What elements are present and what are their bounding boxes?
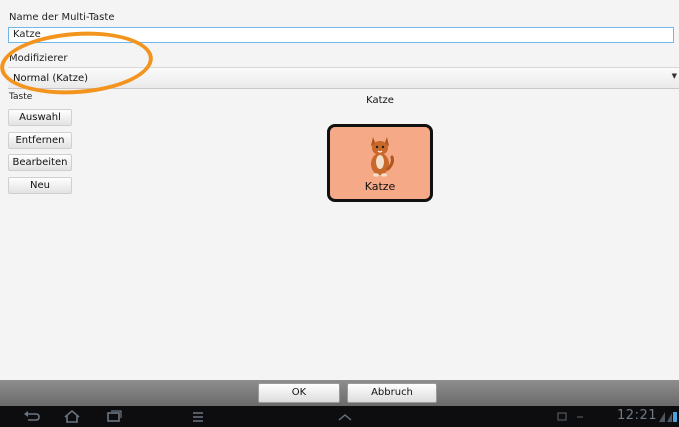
multi-key-editor: Name der Multi-Taste Katze Modifizierer … <box>0 0 679 380</box>
dropdown-arrow-icon: ▼ <box>671 72 677 80</box>
chevron-up-icon[interactable] <box>336 409 354 424</box>
back-icon[interactable] <box>22 409 42 424</box>
signal-battery-icon <box>659 412 677 422</box>
cancel-button-label: Abbruch <box>371 387 413 398</box>
cancel-button[interactable]: Abbruch <box>347 383 437 403</box>
home-icon[interactable] <box>62 409 82 424</box>
remove-button[interactable]: Entfernen <box>8 132 72 149</box>
recent-apps-icon[interactable] <box>104 409 124 424</box>
edit-button[interactable]: Bearbeiten <box>8 154 72 171</box>
edit-button-label: Bearbeiten <box>12 157 68 168</box>
preview-caption: Katze <box>366 95 394 106</box>
ok-button-label: OK <box>291 387 307 398</box>
menu-icon[interactable] <box>190 409 206 424</box>
remove-button-label: Entfernen <box>15 135 65 146</box>
clock: 12:21 <box>617 408 657 423</box>
minus-icon <box>577 416 583 418</box>
screenshot-icon <box>557 412 567 421</box>
select-button[interactable]: Auswahl <box>8 109 72 126</box>
new-button-label: Neu <box>30 180 50 191</box>
cat-tile-label: Katze <box>364 180 396 193</box>
name-label: Name der Multi-Taste <box>9 12 115 23</box>
system-navigation-bar: 12:21 <box>0 406 679 427</box>
cat-icon <box>371 137 394 177</box>
new-button[interactable]: Neu <box>8 177 72 194</box>
key-label: Taste <box>9 92 33 102</box>
dialog-button-bar: OK Abbruch <box>0 380 679 406</box>
ok-button[interactable]: OK <box>258 383 340 403</box>
cat-key-tile[interactable]: Katze <box>327 124 433 202</box>
select-button-label: Auswahl <box>19 112 61 123</box>
